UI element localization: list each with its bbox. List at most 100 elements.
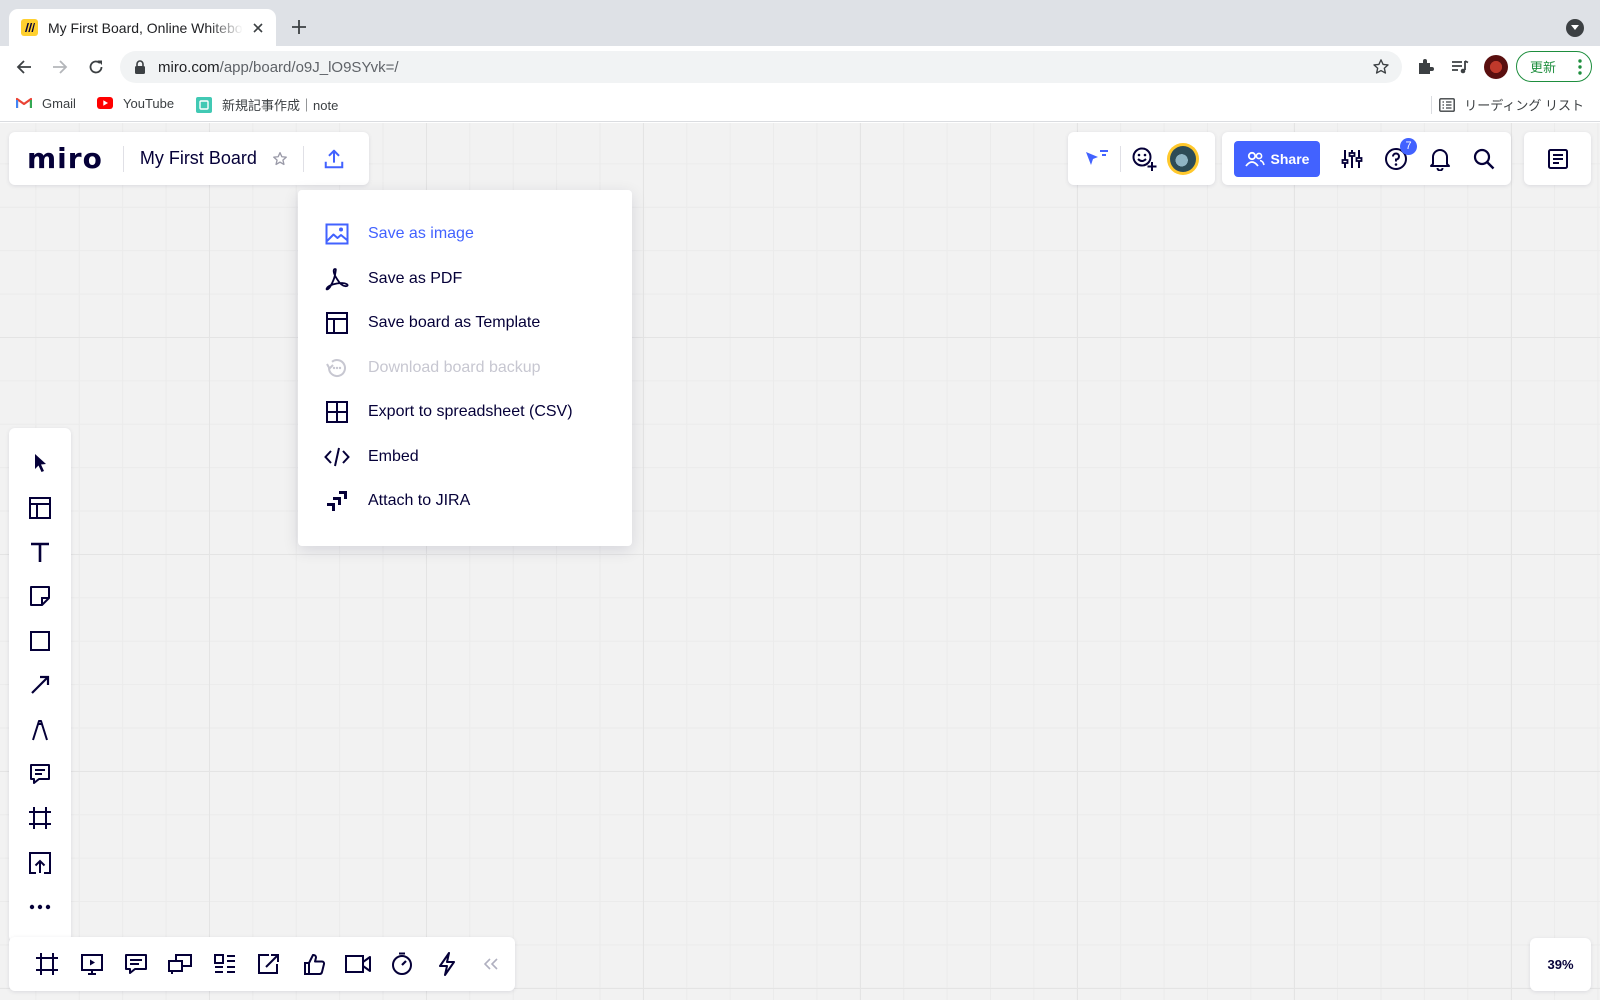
gmail-icon <box>16 95 32 111</box>
settings-sliders-icon[interactable] <box>1340 147 1364 171</box>
share-screen-icon[interactable] <box>247 942 291 986</box>
lock-icon <box>135 60 145 74</box>
menu-item-label: Embed <box>368 447 419 465</box>
jira-icon <box>324 488 350 514</box>
reading-list-label: リーディング リスト <box>1464 98 1584 113</box>
frames-icon[interactable] <box>25 942 69 986</box>
activity-bolt-icon[interactable] <box>425 942 469 986</box>
user-avatar[interactable] <box>1167 142 1199 175</box>
bookmark-gmail[interactable]: Gmail <box>16 95 76 111</box>
divider <box>1120 145 1121 172</box>
cursor-filter-icon[interactable] <box>1084 147 1110 171</box>
templates-tool-icon[interactable] <box>9 485 71 529</box>
image-icon <box>324 221 350 247</box>
star-icon[interactable] <box>271 150 289 168</box>
menu-item-label: Attach to JIRA <box>368 492 471 510</box>
comment-tool-icon[interactable] <box>9 752 71 796</box>
new-tab-icon[interactable] <box>289 17 309 37</box>
media-control-icon[interactable] <box>1449 56 1471 78</box>
upload-tool-icon[interactable] <box>9 841 71 885</box>
address-bar[interactable]: miro.com/app/board/o9J_lO9SYvk=/ <box>120 51 1402 83</box>
menu-item-export-to-spreadsheet[interactable]: Export to spreadsheet (CSV) <box>298 390 632 435</box>
update-button[interactable]: 更新 <box>1516 51 1592 82</box>
forward-icon[interactable] <box>49 56 71 78</box>
collaboration-toolbar <box>9 937 515 991</box>
voting-icon[interactable] <box>291 942 335 986</box>
sticky-note-tool-icon[interactable] <box>9 574 71 618</box>
bookmark-youtube[interactable]: YouTube <box>97 95 174 111</box>
share-label: Share <box>1270 150 1310 167</box>
back-icon[interactable] <box>13 56 35 78</box>
update-label: 更新 <box>1530 60 1557 75</box>
bookmark-label: 新規記事作成｜note <box>222 98 339 113</box>
tab-search-icon[interactable] <box>1566 19 1584 37</box>
board-title[interactable]: My First Board <box>140 148 257 169</box>
bookmark-note[interactable]: 新規記事作成｜note <box>196 95 338 114</box>
spreadsheet-icon <box>324 399 350 425</box>
timer-icon[interactable] <box>380 942 424 986</box>
text-tool-icon[interactable] <box>9 530 71 574</box>
profile-avatar[interactable] <box>1484 55 1508 79</box>
video-chat-icon[interactable] <box>158 942 202 986</box>
more-tools-icon[interactable] <box>9 885 71 929</box>
menu-item-save-as-pdf[interactable]: Save as PDF <box>298 257 632 302</box>
collaboration-panel <box>1068 132 1215 185</box>
connection-line-tool-icon[interactable] <box>9 663 71 707</box>
select-tool-icon[interactable] <box>9 441 71 485</box>
help-icon[interactable]: 7 <box>1384 137 1417 171</box>
menu-item-save-as-image[interactable]: Save as image <box>298 212 632 257</box>
menu-item-download-board-backup: Download board backup <box>298 346 632 391</box>
presentation-icon[interactable] <box>69 942 113 986</box>
browser-tab[interactable]: My First Board, Online Whiteboard for Vi… <box>9 9 276 46</box>
pdf-icon <box>324 266 350 292</box>
menu-item-label: Save board as Template <box>368 314 541 332</box>
menu-item-label: Save as PDF <box>368 269 463 287</box>
reload-icon[interactable] <box>85 56 107 78</box>
menu-item-label: Export to spreadsheet (CSV) <box>368 403 573 421</box>
notifications-bell-icon[interactable] <box>1428 147 1452 171</box>
template-icon <box>324 310 350 336</box>
tab-title: My First Board, Online Whiteboard for Vi… <box>48 19 243 36</box>
bookmark-label: Gmail <box>42 95 76 111</box>
board-tools-panel: Share 7 <box>1222 132 1511 185</box>
export-icon[interactable] <box>322 147 346 171</box>
menu-item-label: Save as image <box>368 225 474 243</box>
video-icon[interactable] <box>336 942 380 986</box>
url-text: miro.com/app/board/o9J_lO9SYvk=/ <box>158 59 399 76</box>
divider <box>302 145 304 172</box>
pen-tool-icon[interactable] <box>9 707 71 751</box>
zoom-level[interactable]: 39% <box>1530 938 1591 991</box>
users-icon <box>1244 151 1265 167</box>
search-icon[interactable] <box>1472 147 1496 171</box>
reactions-icon[interactable] <box>1131 146 1157 172</box>
kebab-menu-icon <box>1578 58 1582 75</box>
youtube-icon <box>97 95 113 111</box>
url-host: miro.com <box>158 58 220 76</box>
collapse-toolbar-icon[interactable] <box>469 942 513 986</box>
cards-icon[interactable] <box>203 942 247 986</box>
menu-item-label: Download board backup <box>368 358 541 376</box>
board-header-panel: miro My First Board <box>9 132 369 185</box>
menu-item-embed[interactable]: Embed <box>298 435 632 480</box>
menu-item-attach-to-jira[interactable]: Attach to JIRA <box>298 479 632 524</box>
miro-logo[interactable]: miro <box>27 144 103 173</box>
extensions-icon[interactable] <box>1414 56 1436 78</box>
bookmark-star-icon[interactable] <box>1372 58 1390 76</box>
comments-icon[interactable] <box>114 942 158 986</box>
divider <box>122 145 124 172</box>
board-canvas[interactable]: miro My First Board Share 7 39% Save as … <box>0 123 1600 1000</box>
help-badge: 7 <box>1400 137 1417 155</box>
reading-list-icon <box>1439 97 1456 113</box>
notes-panel-button[interactable] <box>1524 132 1591 185</box>
shape-tool-icon[interactable] <box>9 619 71 663</box>
browser-tab-strip: My First Board, Online Whiteboard for Vi… <box>0 0 1600 46</box>
reading-list-button[interactable]: リーディング リスト <box>1439 95 1584 114</box>
menu-item-save-board-as-template[interactable]: Save board as Template <box>298 301 632 346</box>
bookmark-divider <box>1431 96 1432 114</box>
close-tab-icon[interactable] <box>250 20 266 36</box>
url-path: /app/board/o9J_lO9SYvk=/ <box>219 58 399 76</box>
miro-favicon-icon <box>21 19 38 36</box>
share-button[interactable]: Share <box>1234 140 1320 177</box>
frame-tool-icon[interactable] <box>9 796 71 840</box>
browser-toolbar: miro.com/app/board/o9J_lO9SYvk=/ 更新 <box>0 46 1600 88</box>
